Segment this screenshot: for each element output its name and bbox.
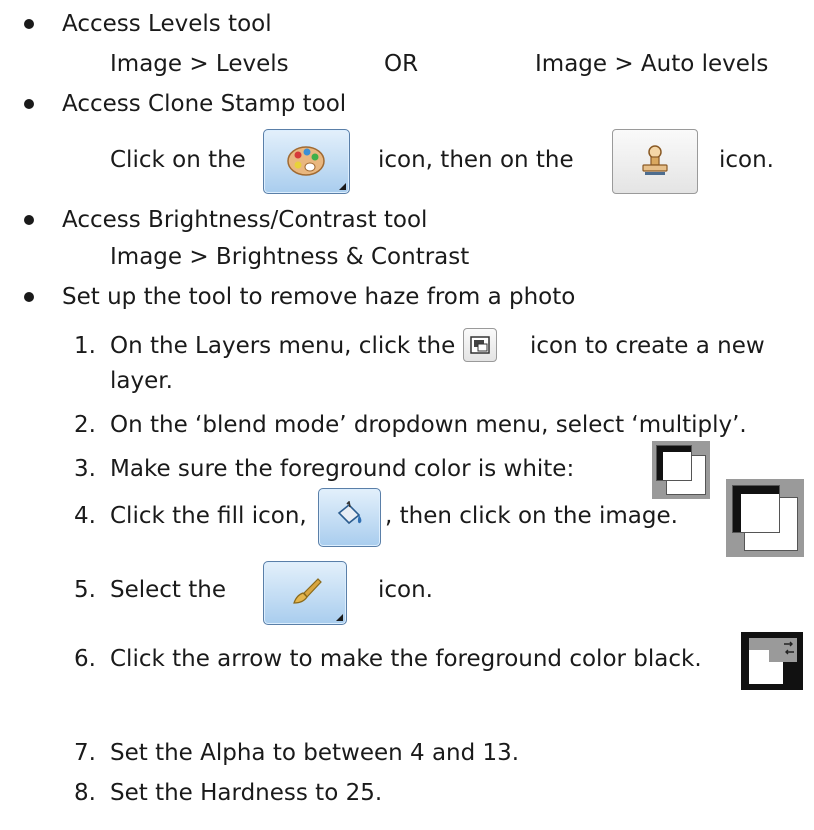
step-7-text: Set the Alpha to between 4 and 13. (110, 740, 520, 766)
paintbrush-tool-button[interactable] (263, 561, 347, 625)
clone-stamp-icon (642, 145, 668, 175)
step-number: 7. (74, 740, 96, 766)
step-number: 5. (74, 577, 96, 603)
palette-icon (287, 146, 325, 176)
paintbrush-icon (293, 578, 322, 604)
bullet-brightness-contrast: Access Brightness/Contrast tool (62, 207, 428, 233)
bullet-clone-stamp: Access Clone Stamp tool (62, 91, 347, 117)
menu-corner-indicator (336, 614, 343, 621)
auto-levels-menu-path: Image > Auto levels (535, 51, 769, 77)
step-5-text-after: icon. (378, 577, 433, 603)
menu-corner-indicator (339, 183, 346, 190)
levels-menu-path: Image > Levels (110, 51, 289, 77)
clone-instruction-middle: icon, then on the (378, 147, 574, 173)
bullet-dot (24, 292, 34, 302)
bucket-fill-icon (337, 501, 362, 525)
step-number: 3. (74, 456, 96, 482)
clone-instruction-prefix: Click on the (110, 147, 246, 173)
step-number: 2. (74, 412, 96, 438)
step-2-text: On the ‘blend mode’ dropdown menu, selec… (110, 412, 747, 438)
new-layer-icon (470, 336, 490, 354)
new-layer-button[interactable] (463, 328, 497, 362)
step-number: 4. (74, 503, 96, 529)
foreground-white-swatch-icon (726, 479, 804, 557)
step-6-text: Click the arrow to make the foreground c… (110, 646, 702, 672)
levels-or-label: OR (384, 51, 419, 77)
step-3-text: Make sure the foreground color is white: (110, 456, 575, 482)
step-1-text-line2: layer. (110, 368, 173, 394)
foreground-color-square (732, 485, 780, 533)
clone-stamp-tool-button[interactable] (612, 129, 698, 194)
bullet-dot (24, 19, 34, 29)
step-number: 6. (74, 646, 96, 672)
step-1-text-before: On the Layers menu, click the (110, 333, 456, 359)
clone-instruction-suffix: icon. (719, 147, 774, 173)
foreground-white-swatch-icon (652, 441, 710, 499)
foreground-color-square (656, 445, 692, 481)
paint-tools-button[interactable] (263, 129, 350, 194)
bullet-remove-haze: Set up the tool to remove haze from a ph… (62, 284, 576, 310)
step-5-text-before: Select the (110, 577, 227, 603)
step-1-text-after: icon to create a new (530, 333, 765, 359)
step-8-text: Set the Hardness to 25. (110, 780, 383, 806)
step-number: 8. (74, 780, 96, 806)
step-4-text-before: Click the fill icon, (110, 503, 307, 529)
step-number: 1. (74, 333, 96, 359)
bucket-fill-tool-button[interactable] (318, 488, 381, 547)
brightness-menu-path: Image > Brightness & Contrast (110, 244, 470, 270)
swap-arrow-icon (784, 641, 794, 655)
swap-colors-icon[interactable] (741, 632, 803, 690)
bullet-dot (24, 215, 34, 225)
bullet-levels: Access Levels tool (62, 11, 272, 37)
bullet-dot (24, 99, 34, 109)
step-4-text-after: , then click on the image. (385, 503, 678, 529)
